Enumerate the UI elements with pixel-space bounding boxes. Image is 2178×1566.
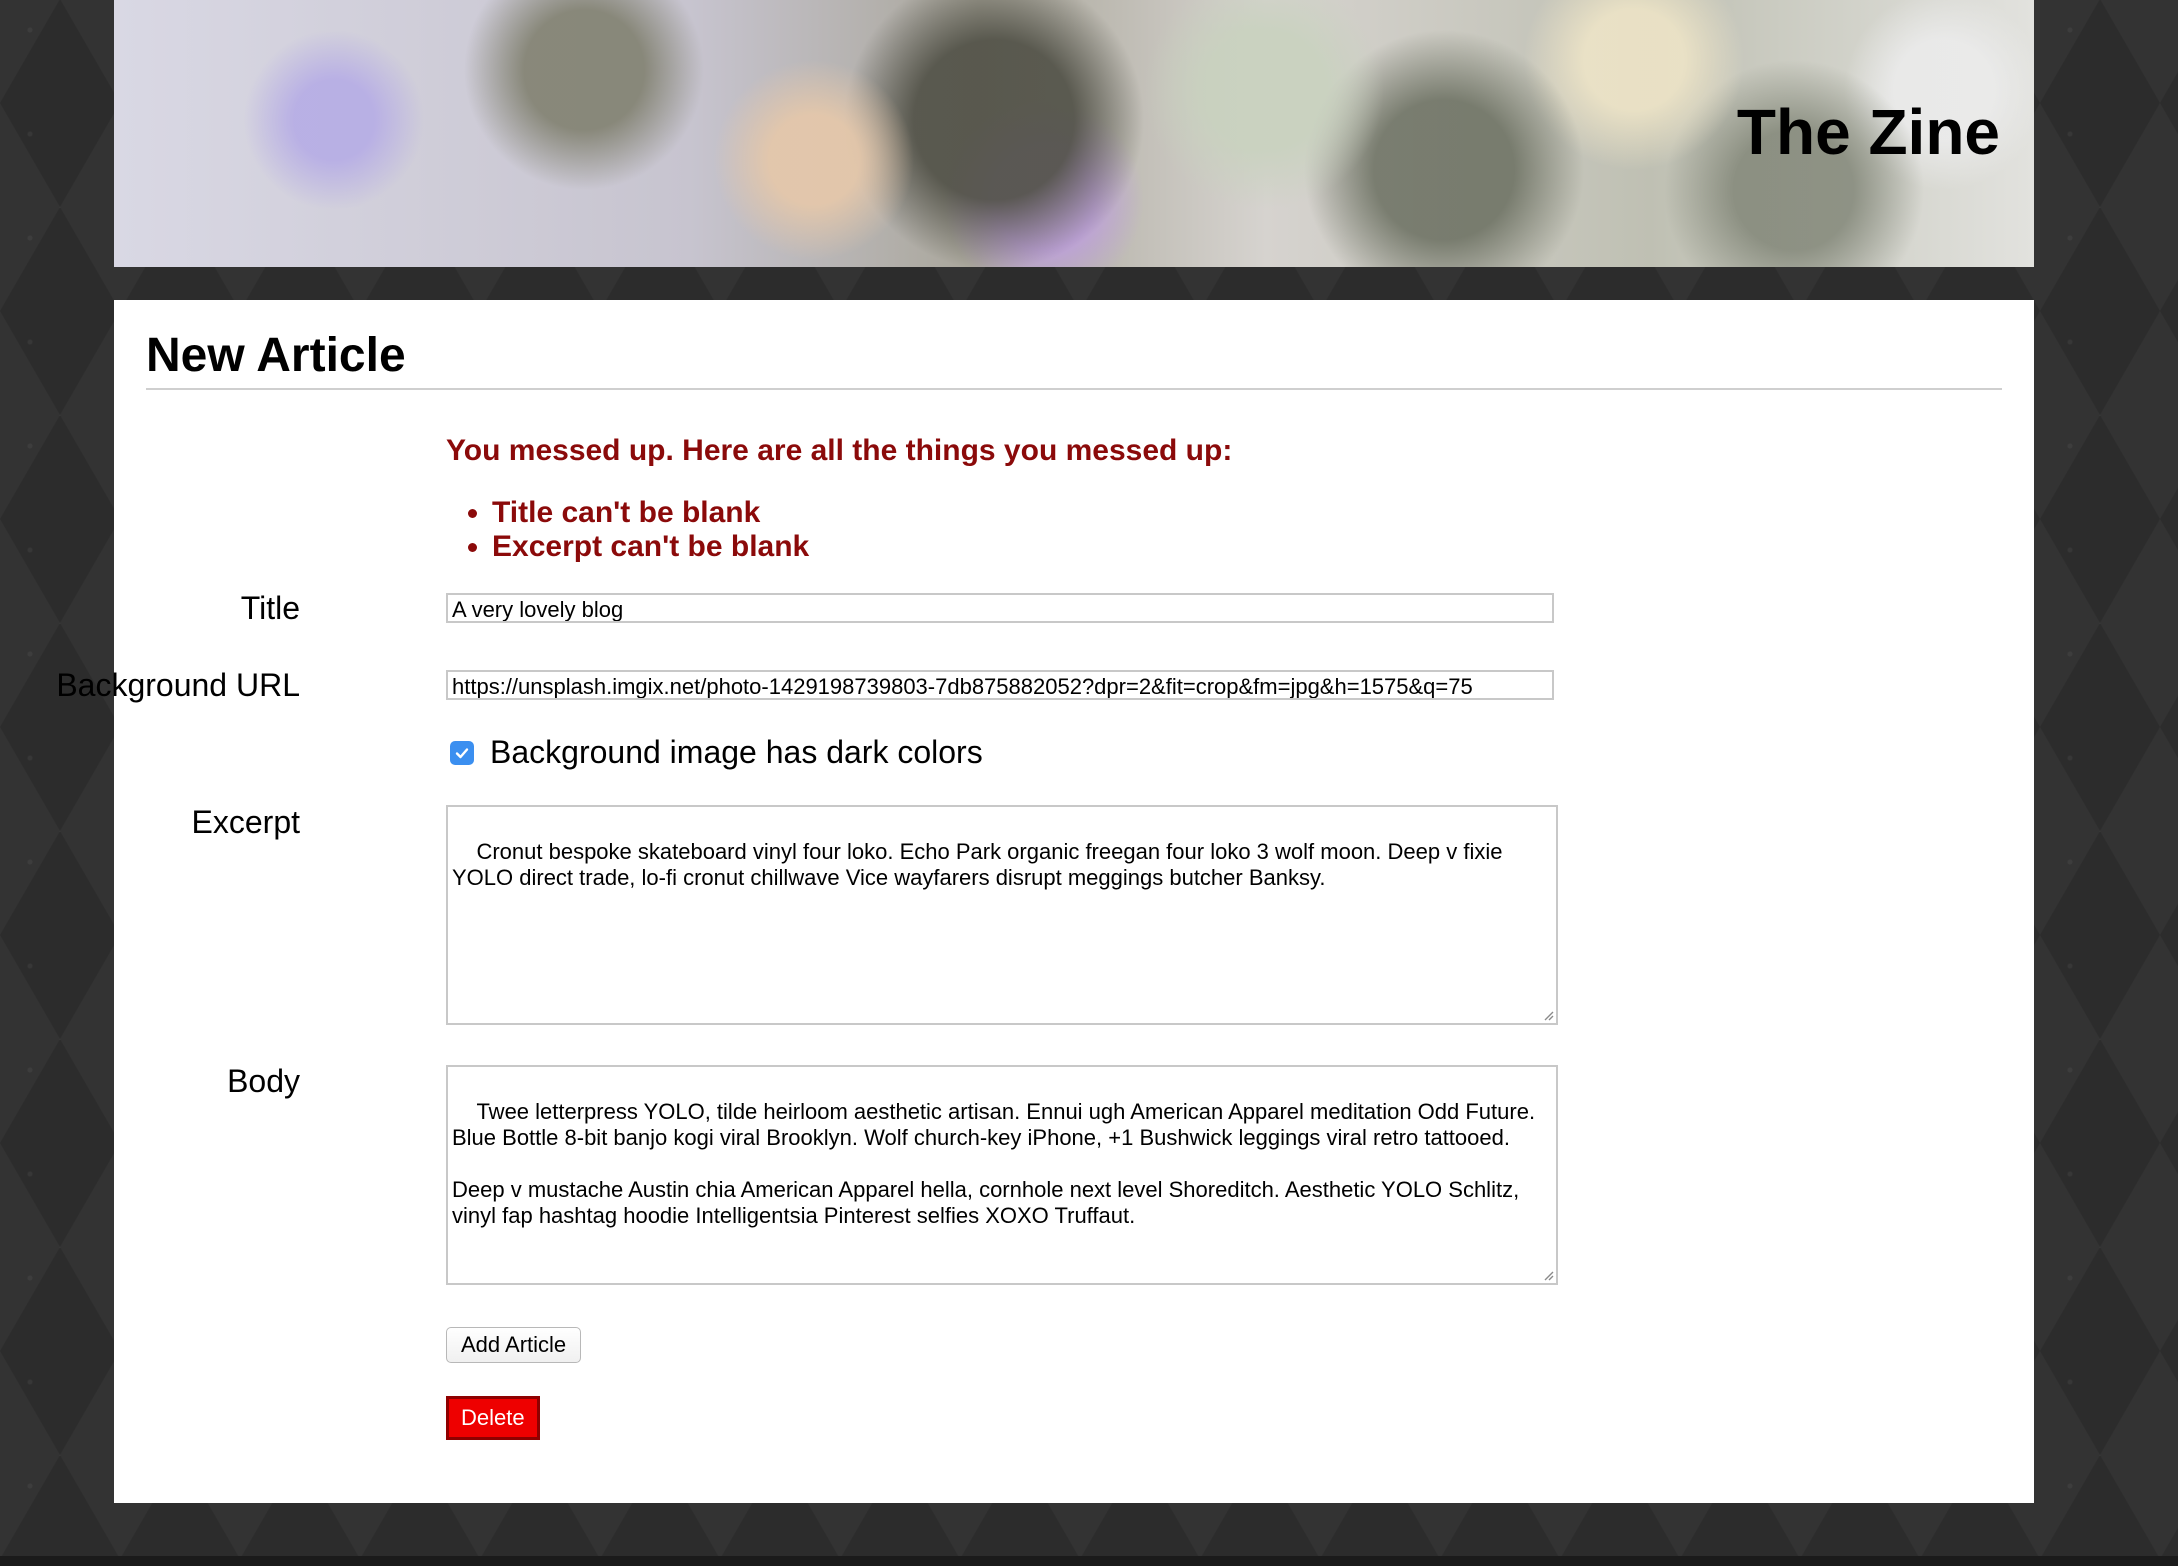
dark-colors-label: Background image has dark colors (490, 734, 983, 770)
excerpt-textarea[interactable]: Cronut bespoke skateboard vinyl four lok… (446, 805, 1558, 1025)
error-messages: You messed up. Here are all the things y… (446, 434, 1232, 564)
header-banner: The Zine (114, 0, 2034, 267)
error-item: Title can't be blank (492, 496, 1232, 530)
dark-colors-checkbox[interactable] (450, 740, 474, 765)
error-list: Title can't be blank Excerpt can't be bl… (446, 496, 1232, 564)
background-url-input[interactable]: https://unsplash.imgix.net/photo-1429198… (446, 670, 1554, 700)
body-text: Twee letterpress YOLO, tilde heirloom ae… (452, 1099, 1536, 1228)
resize-grip-icon[interactable] (1542, 1009, 1554, 1021)
checkmark-icon (455, 747, 469, 758)
add-article-button[interactable]: Add Article (446, 1327, 582, 1363)
delete-button[interactable]: Delete (446, 1396, 540, 1440)
excerpt-text: Cronut bespoke skateboard vinyl four lok… (452, 839, 1509, 890)
error-heading: You messed up. Here are all the things y… (446, 434, 1233, 467)
main-panel: New Article You messed up. Here are all … (56, 300, 2034, 1503)
background-url-label: Background URL (56, 667, 300, 703)
site-title: The Zine (1736, 96, 2000, 168)
body-label: Body (227, 1063, 300, 1099)
title-input[interactable]: A very lovely blog (446, 593, 1554, 623)
excerpt-label: Excerpt (191, 804, 300, 840)
dark-colors-option[interactable]: Background image has dark colors (450, 734, 983, 771)
title-divider (146, 388, 2002, 390)
page-title: New Article (146, 329, 406, 382)
title-label: Title (240, 590, 300, 626)
body-textarea[interactable]: Twee letterpress YOLO, tilde heirloom ae… (446, 1065, 1558, 1285)
error-item: Excerpt can't be blank (492, 530, 1232, 564)
footer-strip (0, 1556, 2178, 1566)
resize-grip-icon[interactable] (1542, 1269, 1554, 1281)
